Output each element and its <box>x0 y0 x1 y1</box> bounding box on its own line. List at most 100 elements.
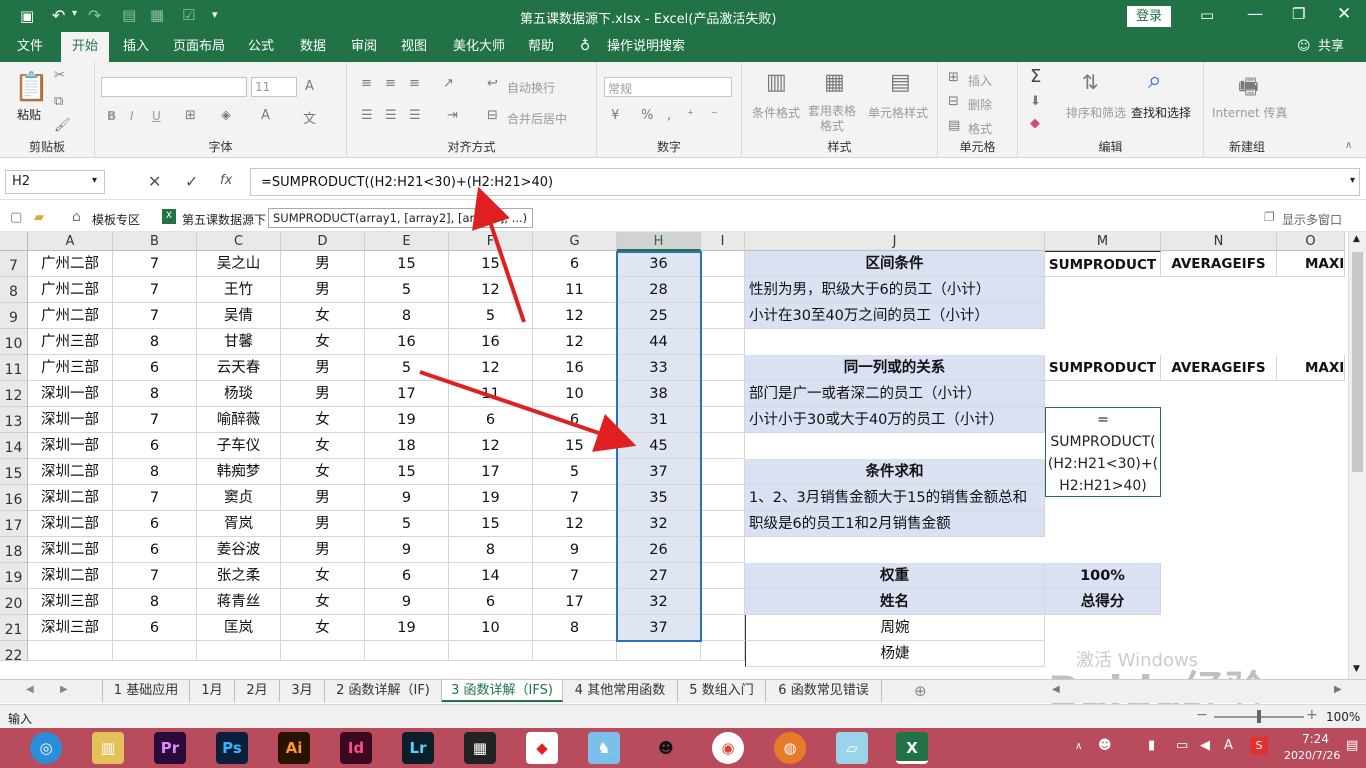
weight-label[interactable]: 权重 <box>745 563 1045 589</box>
decrease-decimal-icon[interactable]: ⁻ <box>711 108 718 123</box>
minimize-icon[interactable]: — <box>1247 4 1263 23</box>
table-cell[interactable]: 6 <box>113 615 197 641</box>
table-cell[interactable]: 26 <box>617 537 701 563</box>
align-bottom-icon[interactable]: ≡ <box>409 76 420 91</box>
menu-search[interactable]: 操作说明搜索 <box>604 32 688 62</box>
table-cell[interactable] <box>197 641 281 661</box>
table-cell[interactable]: 15 <box>449 511 533 537</box>
table-cell[interactable]: 8 <box>113 589 197 615</box>
table-cell[interactable]: 8 <box>113 459 197 485</box>
copy-icon[interactable]: ⧉ <box>54 94 63 109</box>
new-doc-icon[interactable]: ▢ <box>10 210 22 225</box>
row-header-21[interactable]: 21 <box>0 615 28 641</box>
wrap-text-button[interactable]: 自动换行 <box>507 79 555 96</box>
table-cell[interactable]: 甘馨 <box>197 329 281 355</box>
screenshot-icon[interactable]: ▦ <box>150 6 164 24</box>
table-cell[interactable]: 蒋青丝 <box>197 589 281 615</box>
table-cell[interactable]: 15 <box>449 251 533 277</box>
row-header-16[interactable]: 16 <box>0 485 28 511</box>
table-cell[interactable] <box>701 433 745 459</box>
table-cell[interactable]: 王竹 <box>197 277 281 303</box>
table-cell[interactable]: 7 <box>113 277 197 303</box>
col-header-O[interactable]: O <box>1277 232 1345 251</box>
table-cell[interactable]: 张之柔 <box>197 563 281 589</box>
col-header-N[interactable]: N <box>1161 232 1277 251</box>
table-cell[interactable]: 女 <box>281 589 365 615</box>
question-6[interactable]: 职级是6的员工1和2月销售金额 <box>745 511 1045 537</box>
table-cell[interactable]: 17 <box>365 381 449 407</box>
cell-styles-icon[interactable]: ▤ <box>890 70 911 95</box>
table-cell[interactable]: 5 <box>533 459 617 485</box>
table-cell[interactable]: 男 <box>281 381 365 407</box>
table-cell[interactable]: 15 <box>533 433 617 459</box>
table-cell[interactable] <box>701 537 745 563</box>
table-cell[interactable] <box>701 303 745 329</box>
table-cell[interactable]: 杨琰 <box>197 381 281 407</box>
table-cell[interactable]: 5 <box>365 355 449 381</box>
table-cell[interactable]: 男 <box>281 537 365 563</box>
table-cell[interactable]: 17 <box>449 459 533 485</box>
table-cell[interactable]: 6 <box>449 589 533 615</box>
percent-icon[interactable]: % <box>641 108 653 123</box>
table-cell[interactable]: 12 <box>533 329 617 355</box>
table-cell[interactable]: 7 <box>533 563 617 589</box>
phonetic-icon[interactable]: 文 <box>303 108 316 127</box>
table-cell[interactable]: 深圳三部 <box>28 589 113 615</box>
sheet-tab-ifs[interactable]: 3 函数详解（IFS) <box>442 680 563 702</box>
table-cell[interactable]: 8 <box>113 381 197 407</box>
sort-filter-button[interactable]: 排序和筛选 <box>1066 104 1126 121</box>
table-cell[interactable]: 姜谷波 <box>197 537 281 563</box>
align-top-icon[interactable]: ≡ <box>361 76 372 91</box>
table-cell[interactable]: 35 <box>617 485 701 511</box>
table-cell[interactable]: 喻醉薇 <box>197 407 281 433</box>
wrap-text-icon[interactable]: ↩ <box>487 76 498 91</box>
weight-value[interactable]: 100% <box>1045 563 1161 589</box>
row-header-8[interactable]: 8 <box>0 277 28 303</box>
sheet-tab-feb[interactable]: 2月 <box>235 680 280 702</box>
menu-page-layout[interactable]: 页面布局 <box>168 32 230 62</box>
conditional-format-button[interactable]: 条件格式 <box>752 104 800 121</box>
row-header-9[interactable]: 9 <box>0 303 28 329</box>
illustrator-icon[interactable]: Ai <box>278 732 310 764</box>
table-cell[interactable]: 男 <box>281 485 365 511</box>
excel-taskbar-icon[interactable]: X <box>896 732 928 764</box>
cell-styles-button[interactable]: 单元格样式 <box>868 104 928 121</box>
maxifs-header-1[interactable]: MAXI <box>1277 251 1345 277</box>
sheet-tab-jan[interactable]: 1月 <box>190 680 235 702</box>
table-cell[interactable] <box>701 511 745 537</box>
row-header-20[interactable]: 20 <box>0 589 28 615</box>
table-cell[interactable]: 16 <box>365 329 449 355</box>
collapse-ribbon-icon[interactable]: ∧ <box>1345 140 1352 151</box>
formula-expand-icon[interactable]: ▾ <box>1350 175 1355 186</box>
table-cell[interactable]: 37 <box>617 615 701 641</box>
row-header-14[interactable]: 14 <box>0 433 28 459</box>
scroll-thumb[interactable] <box>1352 252 1363 472</box>
table-cell[interactable]: 19 <box>449 485 533 511</box>
col-header-G[interactable]: G <box>533 232 617 251</box>
zoom-out-icon[interactable]: − <box>1196 707 1208 723</box>
table-cell[interactable]: 广州三部 <box>28 329 113 355</box>
fill-icon[interactable]: ⬇ <box>1030 94 1041 109</box>
table-cell[interactable]: 10 <box>533 381 617 407</box>
or-relation-header[interactable]: 同一列或的关系 <box>745 355 1045 381</box>
menu-review[interactable]: 审阅 <box>343 32 385 62</box>
sheet-prev-icon[interactable]: ◀ <box>26 684 34 695</box>
italic-button[interactable]: I <box>130 109 134 123</box>
table-cell[interactable]: 19 <box>365 615 449 641</box>
interval-condition-header[interactable]: 区间条件 <box>745 251 1045 277</box>
cancel-icon[interactable]: ✕ <box>148 172 161 191</box>
table-cell[interactable]: 6 <box>533 407 617 433</box>
table-cell[interactable]: 匡岚 <box>197 615 281 641</box>
sheet-tab-if[interactable]: 2 函数详解（IF) <box>325 680 442 702</box>
tray-network-icon[interactable]: ▭ <box>1176 738 1188 753</box>
ime-icon[interactable]: A <box>1224 738 1233 753</box>
question-5[interactable]: 1、2、3月销售金额大于15的销售金额总和 <box>745 485 1045 511</box>
zoom-level[interactable]: 100% <box>1326 710 1360 724</box>
customize-qat-icon[interactable]: ▾ <box>212 8 218 21</box>
table-cell[interactable]: 6 <box>113 511 197 537</box>
table-cell[interactable]: 女 <box>281 459 365 485</box>
tray-qq-icon[interactable]: ☻ <box>1098 738 1112 753</box>
table-cell[interactable] <box>701 381 745 407</box>
undo-icon[interactable]: ↶ <box>52 6 65 25</box>
averageifs-header-2[interactable]: AVERAGEIFS <box>1161 355 1277 381</box>
